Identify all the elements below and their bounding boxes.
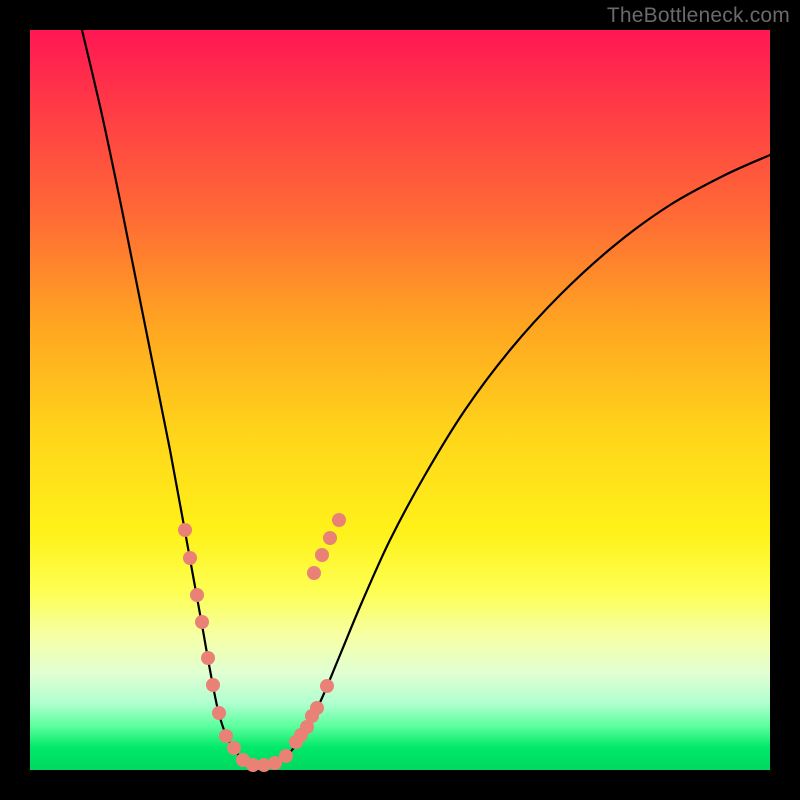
chart-stage: TheBottleneck.com (0, 0, 800, 800)
data-dot (315, 548, 329, 562)
data-dot (305, 709, 319, 723)
data-dot (227, 741, 241, 755)
data-dot (195, 615, 209, 629)
data-dot (307, 566, 321, 580)
plot-area (30, 30, 770, 770)
data-dot (332, 513, 346, 527)
dots-layer (30, 30, 770, 770)
data-dot (320, 679, 334, 693)
watermark-text: TheBottleneck.com (607, 4, 790, 28)
data-dot (201, 651, 215, 665)
data-dot (323, 531, 337, 545)
data-dot (212, 706, 226, 720)
data-dot (190, 588, 204, 602)
data-dot (183, 551, 197, 565)
data-dot (219, 729, 233, 743)
data-dot (279, 749, 293, 763)
data-dot (294, 728, 308, 742)
data-dot (206, 678, 220, 692)
data-dot (178, 523, 192, 537)
